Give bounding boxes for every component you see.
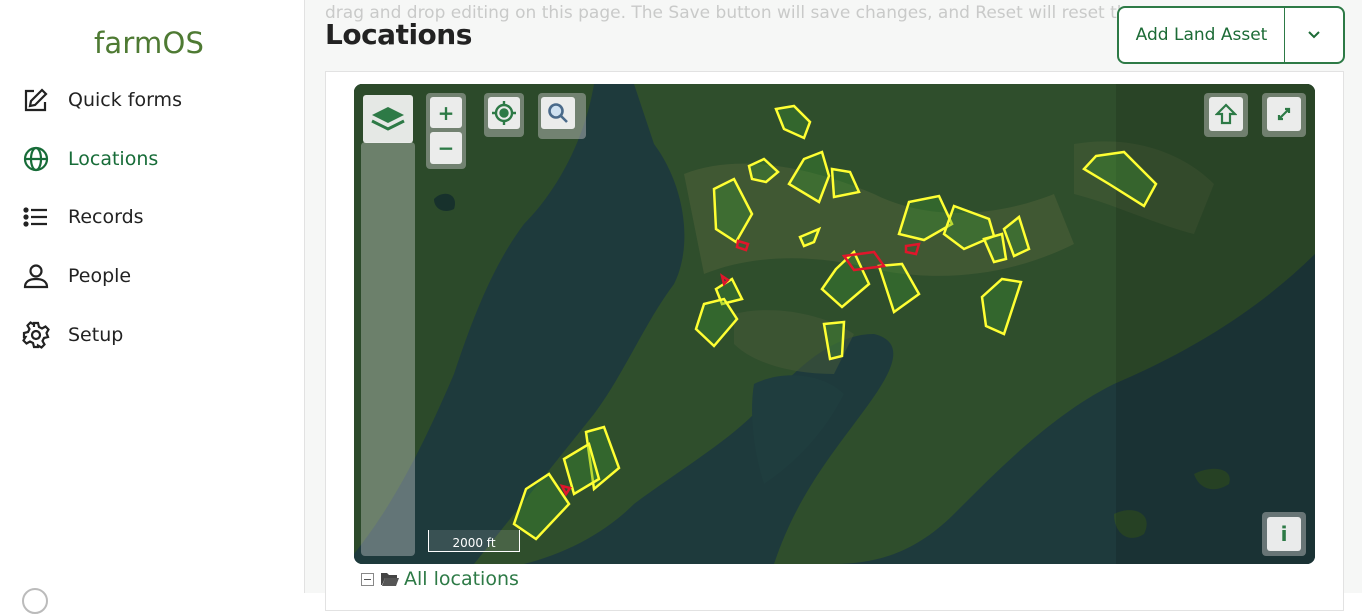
- search-icon: [548, 103, 568, 123]
- layer-panel[interactable]: [361, 142, 415, 556]
- sidebar-item-people[interactable]: People: [22, 256, 131, 296]
- sidebar-item-label: Quick forms: [68, 89, 182, 111]
- sidebar-item-locations[interactable]: Locations: [22, 139, 158, 179]
- folder-open-icon: [381, 573, 399, 586]
- sidebar-item-quick-forms[interactable]: Quick forms: [22, 80, 182, 120]
- page-title: Locations: [325, 18, 472, 51]
- upload-button[interactable]: [1209, 97, 1243, 131]
- fullscreen-button[interactable]: [1267, 97, 1301, 131]
- add-land-asset-label[interactable]: Add Land Asset: [1119, 8, 1285, 62]
- map-imagery[interactable]: [354, 84, 1315, 564]
- sidebar-item-label: Locations: [68, 148, 159, 170]
- collapse-icon[interactable]: [361, 572, 374, 586]
- zoom-out-button[interactable]: −: [430, 132, 462, 164]
- sidebar-item-records[interactable]: Records: [22, 197, 144, 237]
- edit-icon: [24, 88, 48, 112]
- gear-icon: [22, 321, 50, 349]
- main-content: drag and drop editing on this page. The …: [305, 0, 1362, 611]
- geolocate-button[interactable]: [488, 97, 520, 129]
- add-land-asset-button[interactable]: Add Land Asset: [1117, 6, 1345, 64]
- chevron-down-icon: [1308, 31, 1320, 39]
- scale-line: 2000 ft: [428, 530, 520, 552]
- sidebar-item-label: People: [68, 265, 132, 287]
- zoom-in-button[interactable]: +: [430, 97, 462, 128]
- geocoder-search-button[interactable]: [541, 97, 575, 129]
- sidebar-item-setup[interactable]: Setup: [22, 315, 123, 355]
- location-tree-root[interactable]: All locations: [361, 568, 519, 590]
- list-icon: [23, 207, 47, 227]
- sidebar-item-label: Records: [68, 206, 144, 228]
- tree-root-label[interactable]: All locations: [404, 568, 519, 590]
- globe-icon: [23, 146, 49, 172]
- satellite-map[interactable]: + − i 2000 ft: [354, 84, 1315, 564]
- avatar[interactable]: [22, 588, 48, 614]
- expand-icon: [1277, 107, 1291, 121]
- sidebar-item-label: Setup: [68, 324, 124, 346]
- arrow-up-icon: [1215, 103, 1237, 125]
- attribution-info-button[interactable]: i: [1267, 517, 1301, 551]
- person-icon: [23, 264, 49, 289]
- sidebar: farmOS Quick forms Locations Records Peo…: [0, 0, 305, 614]
- add-dropdown-toggle[interactable]: [1285, 8, 1343, 62]
- layers-icon: [371, 107, 405, 131]
- farmos-logo[interactable]: farmOS: [94, 26, 204, 60]
- crosshair-icon: [492, 101, 516, 125]
- layer-switcher-button[interactable]: [363, 95, 413, 143]
